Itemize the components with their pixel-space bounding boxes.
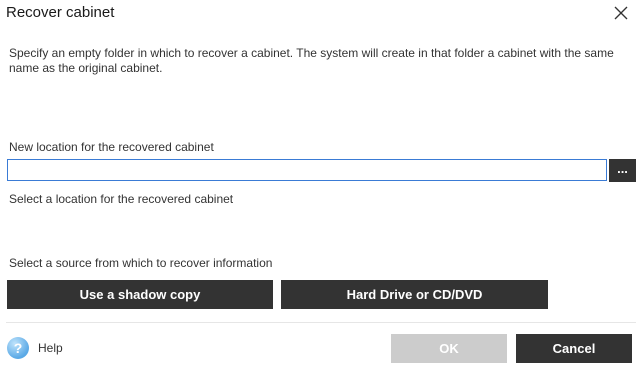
help-label: Help [38,341,63,355]
description-text: Specify an empty folder in which to reco… [9,46,614,75]
close-icon [614,6,628,20]
recover-cabinet-dialog: Recover cabinet Specify an empty folder … [0,0,642,368]
location-helper-text: Select a location for the recovered cabi… [9,192,234,206]
source-label: Select a source from which to recover in… [9,256,273,270]
new-location-label: New location for the recovered cabinet [9,140,214,154]
hard-drive-button[interactable]: Hard Drive or CD/DVD [281,280,548,309]
ok-button[interactable]: OK [391,334,507,363]
cancel-button[interactable]: Cancel [516,334,632,363]
location-input[interactable] [7,159,607,181]
footer-divider [6,322,636,323]
help-link[interactable]: ? Help [7,336,63,360]
browse-button[interactable]: ... [609,159,636,182]
shadow-copy-button[interactable]: Use a shadow copy [7,280,273,309]
dialog-title: Recover cabinet [6,4,115,21]
close-button[interactable] [608,2,634,26]
help-icon: ? [7,337,29,359]
